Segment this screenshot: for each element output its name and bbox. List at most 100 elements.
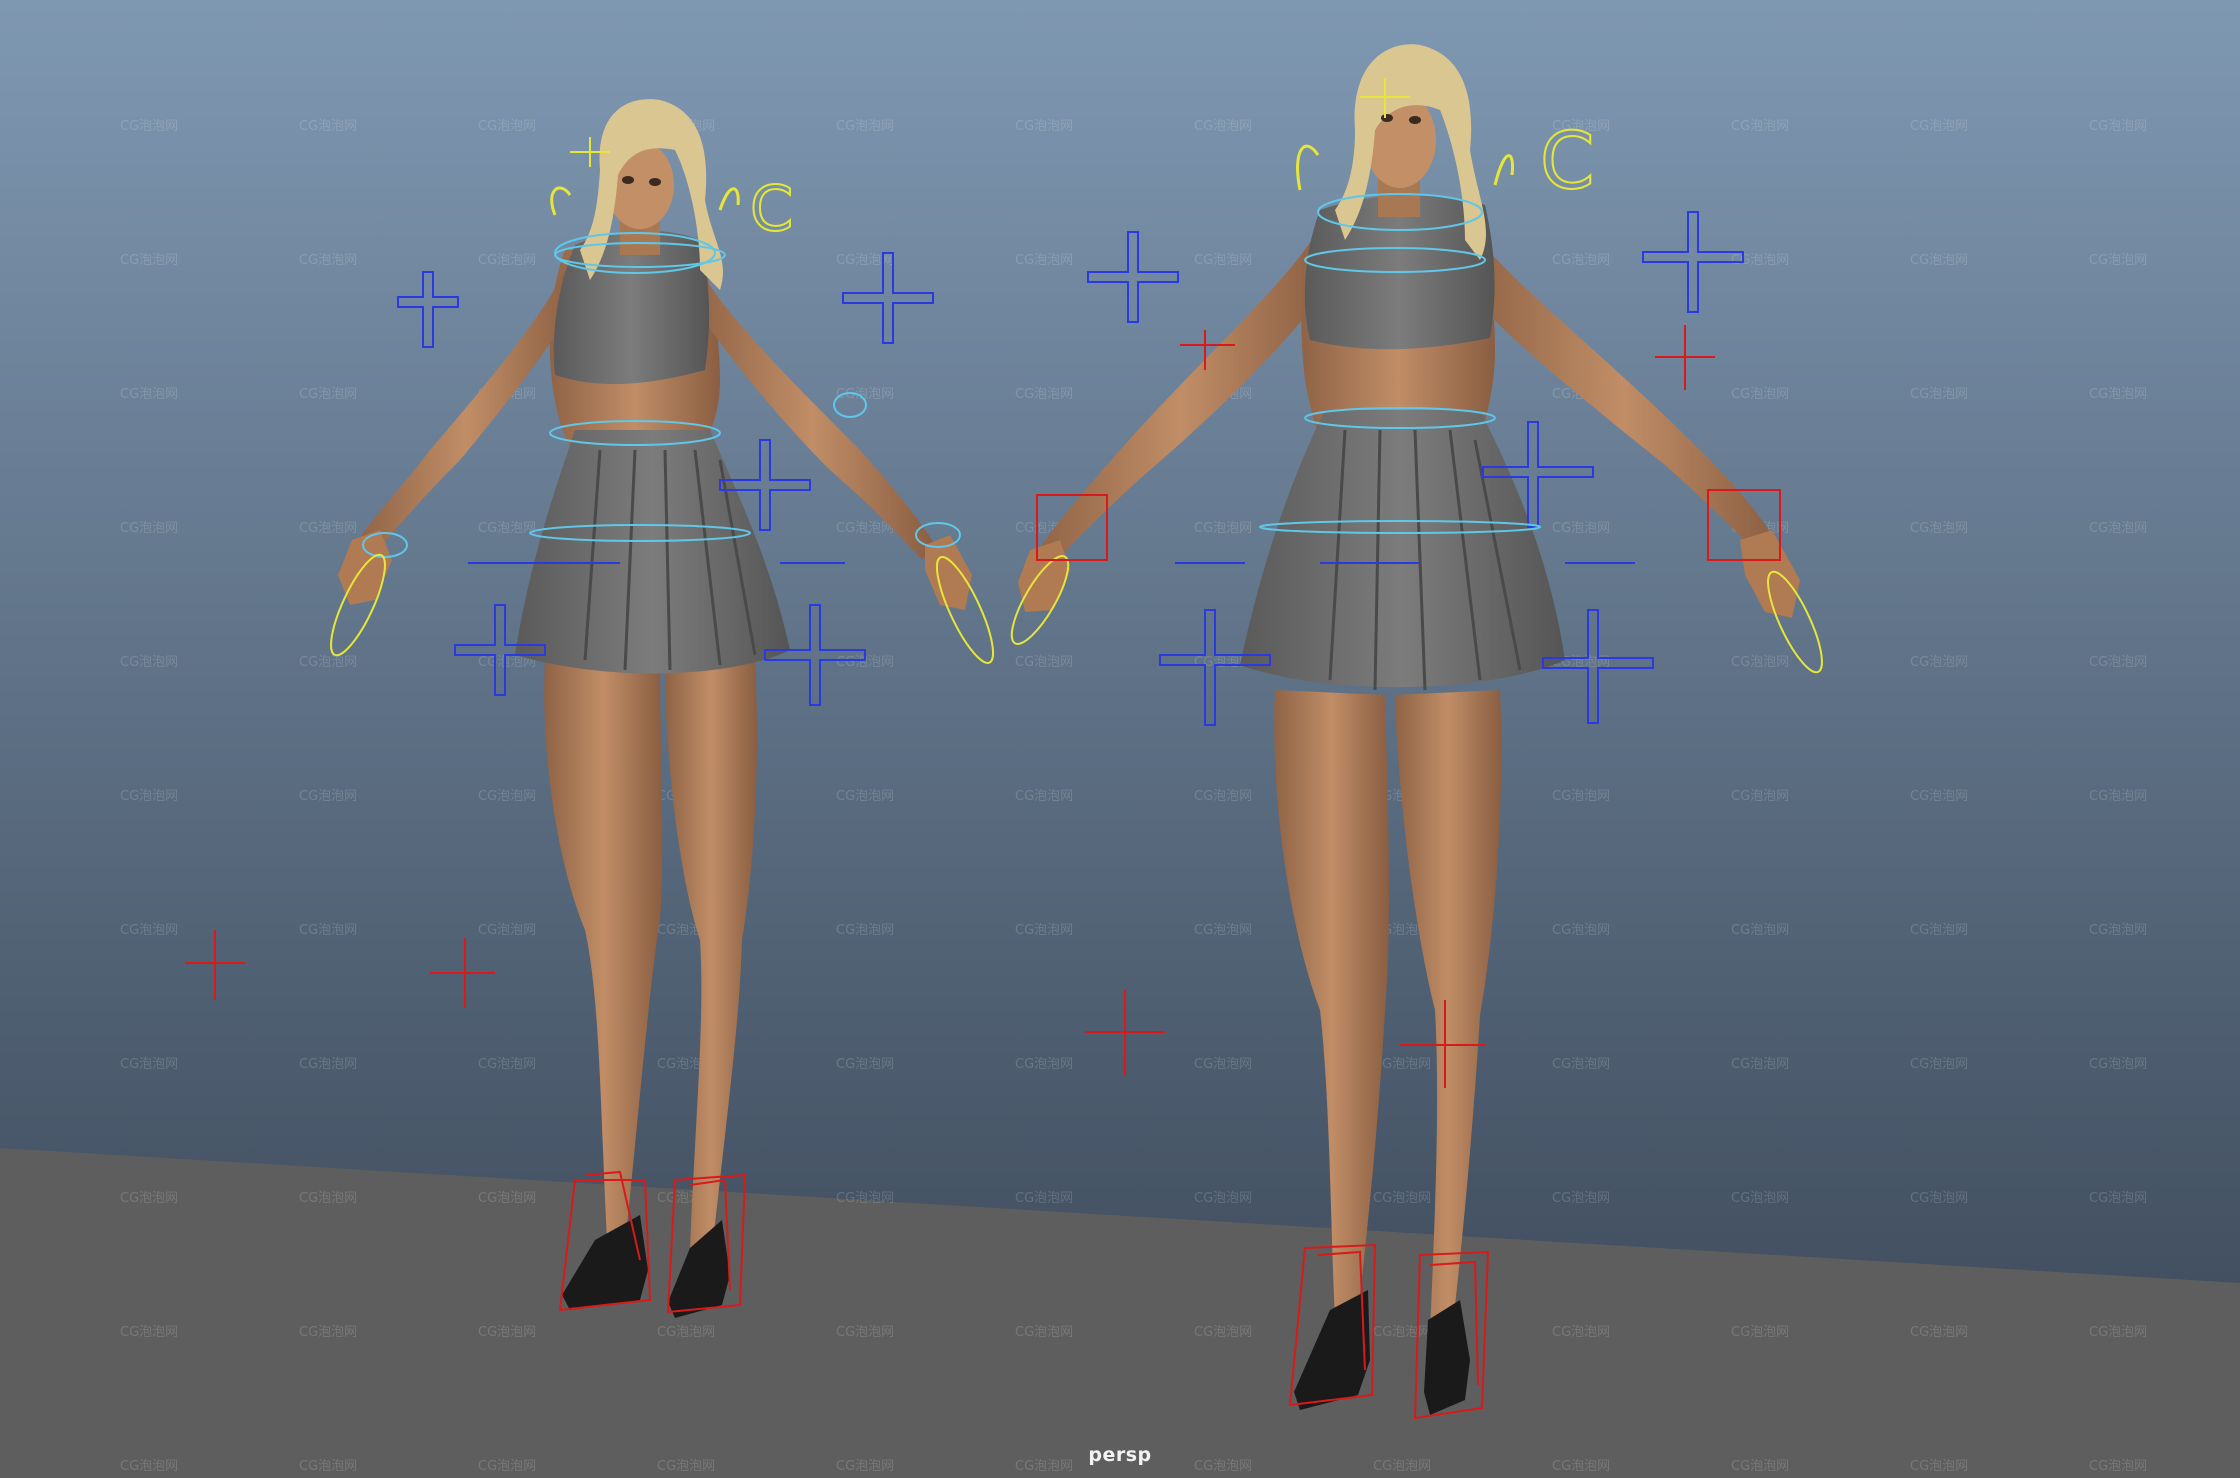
watermark-text: CG泡泡网 [1015, 119, 1073, 134]
watermark-text: CG泡泡网 [2089, 923, 2147, 938]
watermark-text: CG泡泡网 [478, 253, 536, 268]
watermark-text: CG泡泡网 [1194, 1191, 1252, 1206]
watermark-text: CG泡泡网 [1194, 1057, 1252, 1072]
camera-name-label: persp [1088, 1444, 1152, 1466]
watermark-text: CG泡泡网 [1731, 1191, 1789, 1206]
watermark-text: CG泡泡网 [1910, 1057, 1968, 1072]
watermark-text: CG泡泡网 [1194, 923, 1252, 938]
head-control-c[interactable]: C [749, 171, 794, 246]
watermark-text: CG泡泡网 [1552, 1057, 1610, 1072]
watermark-text: CG泡泡网 [2089, 1057, 2147, 1072]
right-char-eye [1409, 116, 1421, 124]
watermark-text: CG泡泡网 [1910, 253, 1968, 268]
watermark-text: CG泡泡网 [657, 1325, 715, 1340]
watermark-text: CG泡泡网 [120, 1191, 178, 1206]
watermark-text: CG泡泡网 [1194, 789, 1252, 804]
watermark-text: CG泡泡网 [1910, 387, 1968, 402]
watermark-text: CG泡泡网 [836, 1057, 894, 1072]
watermark-text: CG泡泡网 [120, 253, 178, 268]
watermark-text: CG泡泡网 [1731, 387, 1789, 402]
watermark-text: CG泡泡网 [836, 521, 894, 536]
watermark-text: CG泡泡网 [120, 1057, 178, 1072]
watermark-text: CG泡泡网 [1194, 253, 1252, 268]
watermark-text: CG泡泡网 [299, 1191, 357, 1206]
watermark-text: CG泡泡网 [478, 789, 536, 804]
watermark-text: CG泡泡网 [2089, 789, 2147, 804]
watermark-text: CG泡泡网 [299, 655, 357, 670]
watermark-text: CG泡泡网 [299, 1325, 357, 1340]
watermark-text: CG泡泡网 [478, 923, 536, 938]
watermark-text: CG泡泡网 [1910, 119, 1968, 134]
watermark-text: CG泡泡网 [1552, 923, 1610, 938]
watermark-text: CG泡泡网 [1015, 1325, 1073, 1340]
watermark-text: CG泡泡网 [478, 521, 536, 536]
watermark-text: CG泡泡网 [1015, 253, 1073, 268]
watermark-text: CG泡泡网 [836, 119, 894, 134]
watermark-text: CG泡泡网 [1373, 1191, 1431, 1206]
watermark-text: CG泡泡网 [1910, 655, 1968, 670]
watermark-text: CG泡泡网 [2089, 387, 2147, 402]
watermark-text: CG泡泡网 [120, 789, 178, 804]
watermark-text: CG泡泡网 [299, 253, 357, 268]
watermark-text: CG泡泡网 [2089, 521, 2147, 536]
watermark-text: CG泡泡网 [1015, 789, 1073, 804]
watermark-text: CG泡泡网 [299, 923, 357, 938]
watermark-text: CG泡泡网 [299, 789, 357, 804]
maya-viewport-persp[interactable]: CG泡泡网 CG泡泡网 CG泡泡网 CG泡泡网 CG泡泡网 CG泡泡网 CG泡泡网 CG泡泡网… [0, 0, 2240, 1478]
watermark-text: CG泡泡网 [2089, 655, 2147, 670]
watermark-text: CG泡泡网 [1910, 1191, 1968, 1206]
watermark-text: CG泡泡网 [2089, 119, 2147, 134]
watermark-text: CG泡泡网 [120, 119, 178, 134]
right-char-eye [1381, 114, 1393, 122]
watermark-text: CG泡泡网 [1194, 1325, 1252, 1340]
watermark-text: CG泡泡网 [836, 789, 894, 804]
watermark-text: CG泡泡网 [1373, 1325, 1431, 1340]
watermark-text: CG泡泡网 [1194, 521, 1252, 536]
watermark-text: CG泡泡网 [1910, 789, 1968, 804]
head-control-c[interactable]: C [1539, 116, 1595, 208]
watermark-text: CG泡泡网 [1552, 253, 1610, 268]
watermark-text: CG泡泡网 [120, 521, 178, 536]
left-char-eye [649, 178, 661, 186]
watermark-text: CG泡泡网 [120, 655, 178, 670]
watermark-text: CG泡泡网 [2089, 1325, 2147, 1340]
watermark-text: CG泡泡网 [299, 119, 357, 134]
left-char-eye [622, 176, 634, 184]
watermark-text: CG泡泡网 [836, 1325, 894, 1340]
watermark-text: CG泡泡网 [1194, 119, 1252, 134]
watermark-text: CG泡泡网 [478, 119, 536, 134]
watermark-text: CG泡泡网 [2089, 253, 2147, 268]
watermark-text: CG泡泡网 [1731, 1057, 1789, 1072]
watermark-text: CG泡泡网 [120, 923, 178, 938]
watermark-text: CG泡泡网 [2089, 1191, 2147, 1206]
watermark-text: CG泡泡网 [1731, 655, 1789, 670]
watermark-text: CG泡泡网 [836, 253, 894, 268]
watermark-text: CG泡泡网 [1552, 789, 1610, 804]
watermark-text: CG泡泡网 [478, 1057, 536, 1072]
watermark-text: CG泡泡网 [299, 521, 357, 536]
watermark-text: CG泡泡网 [1015, 655, 1073, 670]
watermark-text: CG泡泡网 [836, 1191, 894, 1206]
watermark-text: CG泡泡网 [1552, 1325, 1610, 1340]
watermark-text: CG泡泡网 [1731, 923, 1789, 938]
watermark-text: CG泡泡网 [1731, 119, 1789, 134]
watermark-text: CG泡泡网 [1910, 521, 1968, 536]
watermark-text: CG泡泡网 [299, 1057, 357, 1072]
watermark-text: CG泡泡网 [1731, 253, 1789, 268]
watermark-text: CG泡泡网 [1015, 923, 1073, 938]
watermark-text: CG泡泡网 [1015, 1191, 1073, 1206]
watermark-text: CG泡泡网 [1552, 1191, 1610, 1206]
watermark-text: CG泡泡网 [1552, 521, 1610, 536]
watermark-text: CG泡泡网 [478, 1191, 536, 1206]
watermark-text: CG泡泡网 [478, 1325, 536, 1340]
watermark-text: CG泡泡网 [1910, 923, 1968, 938]
watermark-text: CG泡泡网 [1015, 1057, 1073, 1072]
watermark-text: CG泡泡网 [1910, 1325, 1968, 1340]
watermark-text: CG泡泡网 [120, 387, 178, 402]
watermark-text: CG泡泡网 [120, 1325, 178, 1340]
watermark-text: CG泡泡网 [1731, 1325, 1789, 1340]
watermark-text: CG泡泡网 [836, 923, 894, 938]
watermark-text: CG泡泡网 [299, 387, 357, 402]
watermark-text: CG泡泡网 [1731, 789, 1789, 804]
watermark-text: CG泡泡网 [1015, 387, 1073, 402]
